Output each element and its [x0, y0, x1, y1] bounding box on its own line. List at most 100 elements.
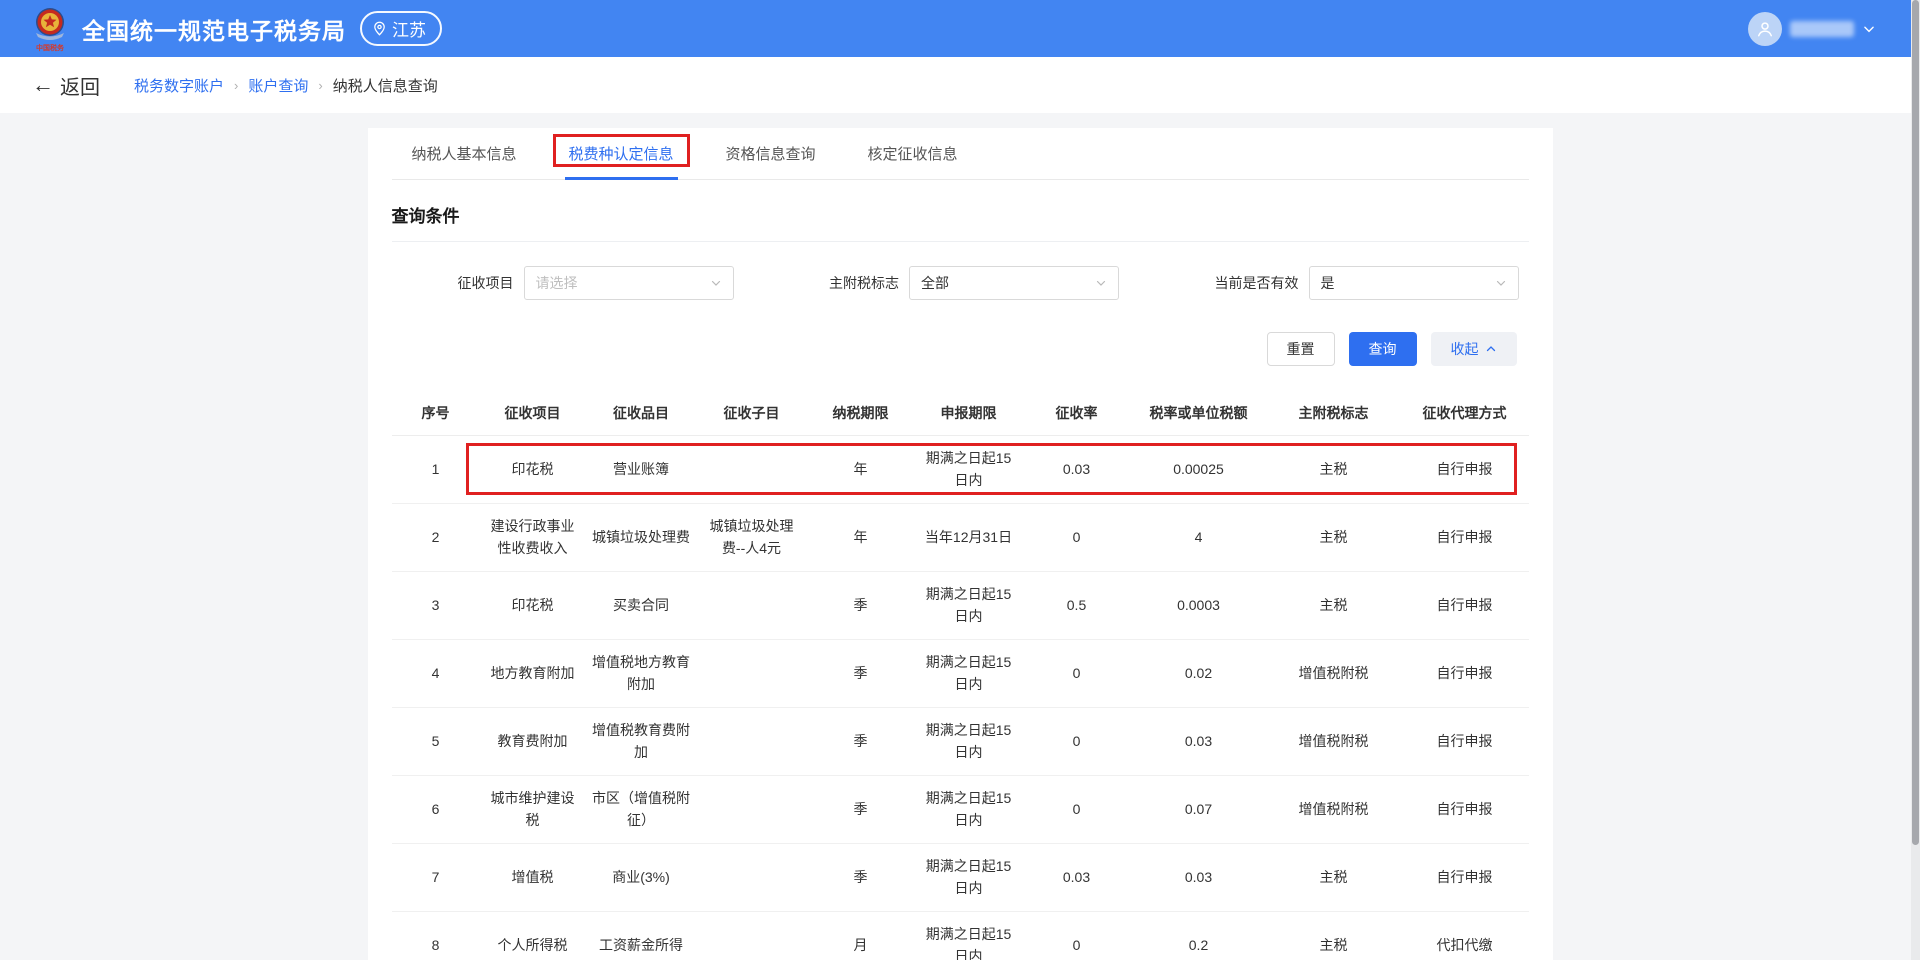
back-button[interactable]: ← 返回	[32, 71, 100, 100]
user-name-redacted	[1790, 21, 1854, 37]
tax-bureau-emblem-logo: 中国税务	[30, 6, 70, 52]
table-cell: 城镇垃圾处理费--人4元	[697, 510, 807, 565]
collapse-label: 收起	[1451, 339, 1479, 359]
currently-valid-select[interactable]: 是	[1309, 266, 1519, 300]
table-cell: 工资薪金所得	[586, 929, 697, 960]
column-header: 纳税期限	[807, 397, 915, 431]
main-sub-tax-flag-label: 主附税标志	[829, 273, 899, 293]
search-button[interactable]: 查询	[1349, 332, 1417, 366]
table-cell: 年	[807, 453, 915, 487]
app-header: 中国税务 全国统一规范电子税务局 江苏	[0, 0, 1920, 57]
scrollbar-thumb[interactable]	[1912, 0, 1919, 845]
column-header: 税率或单位税额	[1131, 397, 1267, 431]
table-header-row: 序号征收项目征收品目征收子目纳税期限申报期限征收率税率或单位税额主附税标志征收代…	[392, 392, 1529, 436]
table-row: 3印花税买卖合同季期满之日起15日内0.50.0003主税自行申报	[392, 572, 1529, 640]
table-cell: 0.2	[1131, 929, 1267, 960]
table-cell	[697, 804, 807, 816]
chevron-down-icon	[1095, 277, 1107, 289]
tab-taxpayer-basic-info[interactable]: 纳税人基本信息	[408, 128, 521, 180]
table-row: 1印花税营业账簿年期满之日起15日内0.030.00025主税自行申报	[392, 436, 1529, 504]
table-cell: 期满之日起15日内	[915, 646, 1023, 701]
table-cell: 商业(3%)	[586, 861, 697, 895]
chevron-up-icon	[1485, 343, 1497, 355]
table-cell: 3	[392, 589, 480, 623]
form-field-levy-item: 征收项目 请选择	[458, 266, 734, 300]
table-cell: 城镇垃圾处理费	[586, 521, 697, 555]
table-cell: 自行申报	[1401, 453, 1529, 487]
table-cell: 0	[1023, 793, 1131, 827]
table-cell: 代扣代缴	[1401, 929, 1529, 960]
table-cell: 0	[1023, 929, 1131, 960]
table-cell: 季	[807, 861, 915, 895]
table-cell: 0.03	[1023, 453, 1131, 487]
table-cell: 0	[1023, 657, 1131, 691]
divider	[392, 241, 1529, 242]
table-cell: 0.02	[1131, 657, 1267, 691]
breadcrumb-item-account-query[interactable]: 账户查询	[248, 75, 308, 96]
currently-valid-label: 当前是否有效	[1215, 273, 1299, 293]
table-cell: 4	[1131, 521, 1267, 555]
breadcrumb-separator: ›	[318, 78, 322, 93]
user-avatar[interactable]	[1748, 12, 1782, 46]
table-cell: 买卖合同	[586, 589, 697, 623]
region-selector[interactable]: 江苏	[360, 11, 442, 46]
table-cell	[697, 940, 807, 952]
levy-item-value: 请选择	[536, 273, 710, 293]
table-cell	[697, 464, 807, 476]
vertical-scrollbar[interactable]	[1911, 0, 1920, 960]
chevron-down-icon[interactable]	[1862, 22, 1876, 36]
table-cell	[697, 736, 807, 748]
table-cell	[697, 872, 807, 884]
table-cell: 增值税教育费附加	[586, 714, 697, 769]
table-cell: 自行申报	[1401, 793, 1529, 827]
table-cell: 主税	[1267, 861, 1401, 895]
person-icon	[1755, 19, 1775, 39]
table-cell: 期满之日起15日内	[915, 850, 1023, 905]
table-body: 1印花税营业账簿年期满之日起15日内0.030.00025主税自行申报2建设行政…	[392, 436, 1529, 960]
currently-valid-value: 是	[1321, 273, 1495, 293]
table-cell: 0.0003	[1131, 589, 1267, 623]
table-cell: 自行申报	[1401, 725, 1529, 759]
query-form: 征收项目 请选择 主附税标志 全部 当前是否有效	[392, 266, 1529, 300]
table-cell: 0.03	[1131, 725, 1267, 759]
table-row: 6城市维护建设税市区（增值税附征）季期满之日起15日内00.07增值税附税自行申…	[392, 776, 1529, 844]
column-header: 征收项目	[480, 397, 586, 431]
breadcrumb-bar: ← 返回 税务数字账户 › 账户查询 › 纳税人信息查询	[0, 57, 1920, 113]
table-cell: 当年12月31日	[915, 521, 1023, 555]
tab-qualification-info-query[interactable]: 资格信息查询	[722, 128, 820, 180]
main-sub-tax-flag-value: 全部	[921, 273, 1095, 293]
breadcrumb-separator: ›	[234, 78, 238, 93]
svg-text:中国税务: 中国税务	[36, 43, 65, 52]
levy-item-select[interactable]: 请选择	[524, 266, 734, 300]
table-cell: 主税	[1267, 521, 1401, 555]
page-body: 纳税人基本信息 税费种认定信息 资格信息查询 核定征收信息 查询条件 征收项目	[0, 113, 1920, 960]
collapse-button[interactable]: 收起	[1431, 332, 1517, 366]
tab-tax-type-determination-info[interactable]: 税费种认定信息	[565, 128, 678, 180]
table-cell: 增值税附税	[1267, 725, 1401, 759]
tab-bar: 纳税人基本信息 税费种认定信息 资格信息查询 核定征收信息	[392, 128, 1529, 180]
reset-button[interactable]: 重置	[1267, 332, 1335, 366]
tab-assessed-collection-info[interactable]: 核定征收信息	[864, 128, 962, 180]
table-cell: 8	[392, 929, 480, 960]
table-cell: 7	[392, 861, 480, 895]
table-cell: 0	[1023, 521, 1131, 555]
main-sub-tax-flag-select[interactable]: 全部	[909, 266, 1119, 300]
table-cell: 期满之日起15日内	[915, 918, 1023, 960]
table-cell: 个人所得税	[480, 929, 586, 960]
table-cell: 增值税地方教育附加	[586, 646, 697, 701]
back-label: 返回	[60, 71, 100, 100]
table-row: 7增值税商业(3%)季期满之日起15日内0.030.03主税自行申报	[392, 844, 1529, 912]
table-cell: 主税	[1267, 929, 1401, 960]
table-cell: 自行申报	[1401, 861, 1529, 895]
levy-item-label: 征收项目	[458, 273, 514, 293]
table-cell: 自行申报	[1401, 589, 1529, 623]
breadcrumb-item-tax-digital-account[interactable]: 税务数字账户	[134, 75, 224, 96]
chevron-down-icon	[1495, 277, 1507, 289]
query-conditions-title: 查询条件	[392, 202, 1529, 227]
breadcrumb-item-taxpayer-info-query: 纳税人信息查询	[333, 75, 438, 96]
app-title: 全国统一规范电子税务局	[82, 12, 346, 46]
tab-label: 纳税人基本信息	[412, 146, 517, 163]
table-row: 8个人所得税工资薪金所得月期满之日起15日内00.2主税代扣代缴	[392, 912, 1529, 960]
column-header: 申报期限	[915, 397, 1023, 431]
column-header: 主附税标志	[1267, 397, 1401, 431]
